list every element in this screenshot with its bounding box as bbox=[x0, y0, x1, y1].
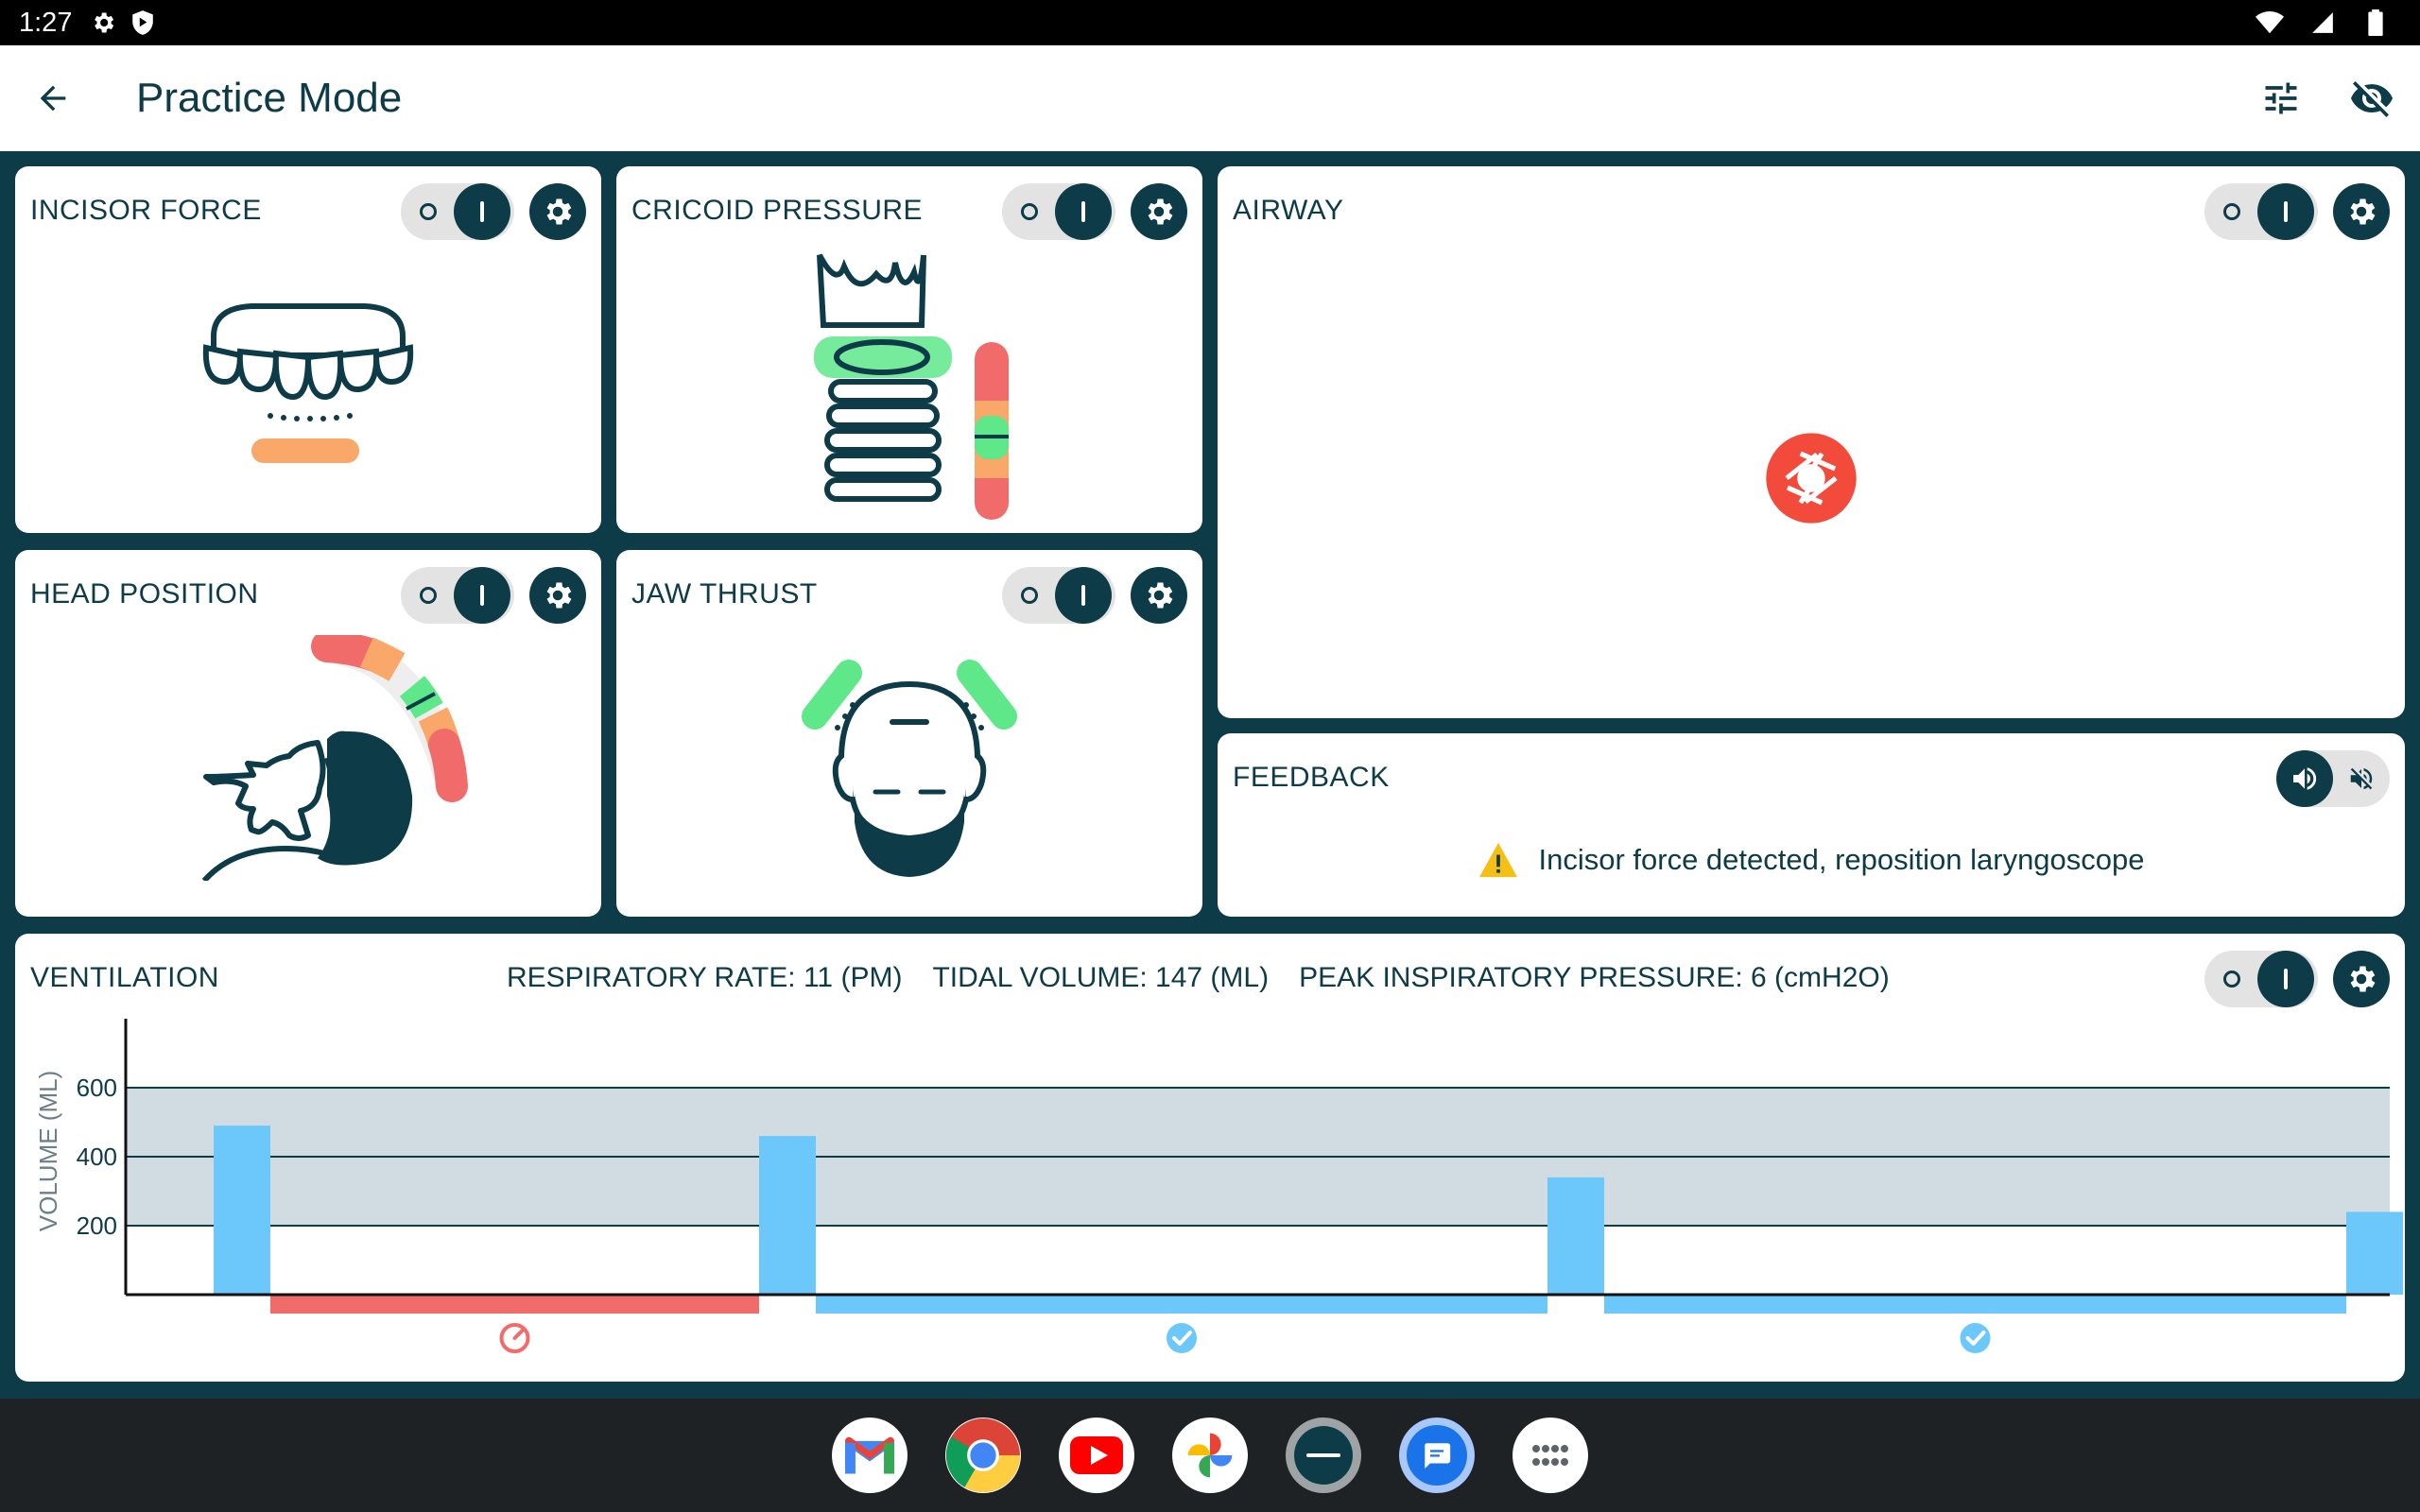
ventilation-toggle[interactable] bbox=[2204, 951, 2318, 1007]
app-dock bbox=[0, 1399, 2420, 1512]
cricoid-pressure-settings-button[interactable] bbox=[1131, 183, 1187, 240]
panel-title: JAW THRUST bbox=[631, 578, 818, 610]
teeth-illustration bbox=[202, 303, 414, 463]
gear-icon bbox=[2350, 966, 2376, 992]
cricoid-pressure-toggle[interactable] bbox=[1002, 183, 1115, 240]
status-time: 1:27 bbox=[19, 7, 73, 38]
tune-sliders-icon[interactable] bbox=[2254, 71, 2308, 126]
volume-bar bbox=[2346, 1211, 2403, 1295]
interval-bar bbox=[270, 1295, 759, 1314]
chrome-icon[interactable] bbox=[945, 1418, 1021, 1493]
toggle-on-icon bbox=[454, 567, 510, 624]
toggle-off-icon bbox=[420, 203, 437, 220]
jaw-thrust-illustration bbox=[802, 660, 1017, 877]
toggle-on-icon bbox=[1055, 183, 1112, 240]
tidal-volume: TIDAL VOLUME: 147 (ML) bbox=[932, 962, 1270, 993]
settings-notification-icon bbox=[89, 9, 117, 37]
wifi-icon bbox=[2256, 9, 2284, 37]
volume-on-icon bbox=[2276, 750, 2333, 807]
messages-icon[interactable] bbox=[1399, 1418, 1475, 1493]
volume-bar bbox=[214, 1125, 270, 1295]
respiratory-rate: RESPIRATORY RATE: 11 (PM) bbox=[507, 962, 903, 993]
jaw-thrust-panel: JAW THRUST bbox=[616, 550, 1202, 917]
panel-title: VENTILATION bbox=[30, 962, 219, 993]
ventilation-stats: RESPIRATORY RATE: 11 (PM) TIDAL VOLUME: … bbox=[507, 962, 1890, 994]
toggle-off-icon bbox=[1021, 203, 1038, 220]
page-title: Practice Mode bbox=[136, 75, 403, 121]
incisor-force-settings-button[interactable] bbox=[529, 183, 586, 240]
ventilation-settings-button[interactable] bbox=[2333, 951, 2390, 1007]
jaw-thrust-toggle[interactable] bbox=[1002, 567, 1115, 624]
warning-icon bbox=[1479, 842, 1518, 878]
speedometer-needle bbox=[512, 1329, 525, 1340]
ventilation-panel: VENTILATION RESPIRATORY RATE: 11 (PM) TI… bbox=[15, 934, 2405, 1382]
volume-bar bbox=[1547, 1177, 1604, 1295]
signal-icon bbox=[2308, 9, 2337, 37]
head-position-panel: HEAD POSITION bbox=[15, 550, 601, 917]
battery-icon bbox=[2361, 9, 2390, 37]
app-drawer-icon[interactable] bbox=[1512, 1418, 1588, 1493]
check-circle-icon bbox=[1167, 1323, 1197, 1353]
panel-title: HEAD POSITION bbox=[30, 578, 259, 610]
y-tick-label: 600 bbox=[77, 1074, 117, 1102]
trucorp-icon[interactable] bbox=[1286, 1418, 1361, 1493]
gear-icon bbox=[546, 198, 572, 225]
gmail-icon[interactable] bbox=[832, 1418, 908, 1493]
head-position-toggle[interactable] bbox=[401, 567, 514, 624]
panel-title: INCISOR FORCE bbox=[30, 195, 262, 226]
trachea-illustration bbox=[814, 253, 1009, 520]
toggle-off-icon bbox=[2223, 203, 2240, 220]
incisor-force-panel: INCISOR FORCE bbox=[15, 166, 601, 533]
photos-icon[interactable] bbox=[1172, 1418, 1248, 1493]
gear-icon bbox=[2350, 198, 2376, 225]
airway-toggle[interactable] bbox=[2204, 183, 2318, 240]
camera-shutter-icon[interactable] bbox=[1762, 429, 1860, 527]
gear-icon bbox=[1148, 582, 1173, 609]
y-tick-label: 200 bbox=[77, 1211, 117, 1240]
toggle-on-icon bbox=[2257, 951, 2314, 1007]
y-tick-label: 400 bbox=[77, 1143, 117, 1171]
feedback-panel: FEEDBACK Incisor force detected, reposit… bbox=[1218, 733, 2405, 917]
play-protect-icon bbox=[129, 9, 157, 37]
youtube-icon[interactable] bbox=[1059, 1418, 1134, 1493]
volume-bar bbox=[759, 1136, 816, 1295]
toggle-on-icon bbox=[1055, 567, 1112, 624]
airway-settings-button[interactable] bbox=[2333, 183, 2390, 240]
interval-bar bbox=[816, 1295, 1547, 1314]
toggle-off-icon bbox=[420, 587, 437, 604]
interval-bar bbox=[1604, 1295, 2346, 1314]
jaw-thrust-settings-button[interactable] bbox=[1131, 567, 1187, 624]
app-bar: Practice Mode bbox=[0, 45, 2420, 151]
status-bar: 1:27 bbox=[0, 0, 2420, 45]
volume-off-icon bbox=[2342, 760, 2380, 798]
visibility-off-icon[interactable] bbox=[2344, 71, 2399, 126]
toggle-on-icon bbox=[454, 183, 510, 240]
gear-icon bbox=[546, 582, 572, 609]
panel-title: FEEDBACK bbox=[1233, 762, 1390, 793]
toggle-on-icon bbox=[2257, 183, 2314, 240]
toggle-off-icon bbox=[1021, 587, 1038, 604]
back-arrow-icon[interactable] bbox=[25, 70, 81, 127]
panel-title: AIRWAY bbox=[1233, 195, 1344, 226]
ventilation-chart: VOLUME (ML) 600 400 200 bbox=[34, 1019, 2403, 1353]
y-axis-label: VOLUME (ML) bbox=[34, 1071, 62, 1231]
cricoid-pressure-panel: CRICOID PRESSURE bbox=[616, 166, 1202, 533]
airway-panel: AIRWAY bbox=[1218, 166, 2405, 718]
feedback-text: Incisor force detected, reposition laryn… bbox=[1538, 843, 2145, 876]
gear-icon bbox=[1148, 198, 1173, 225]
head-position-settings-button[interactable] bbox=[529, 567, 586, 624]
head-position-illustration bbox=[201, 635, 468, 881]
feedback-message: Incisor force detected, reposition laryn… bbox=[1218, 841, 2405, 879]
panel-title: CRICOID PRESSURE bbox=[631, 195, 924, 226]
toggle-off-icon bbox=[2223, 971, 2240, 988]
check-circle-icon bbox=[1960, 1323, 1991, 1353]
sound-toggle[interactable] bbox=[2276, 750, 2390, 807]
peak-inspiratory-pressure: PEAK INSPIRATORY PRESSURE: 6 (cmH2O) bbox=[1299, 962, 1890, 993]
incisor-force-toggle[interactable] bbox=[401, 183, 514, 240]
